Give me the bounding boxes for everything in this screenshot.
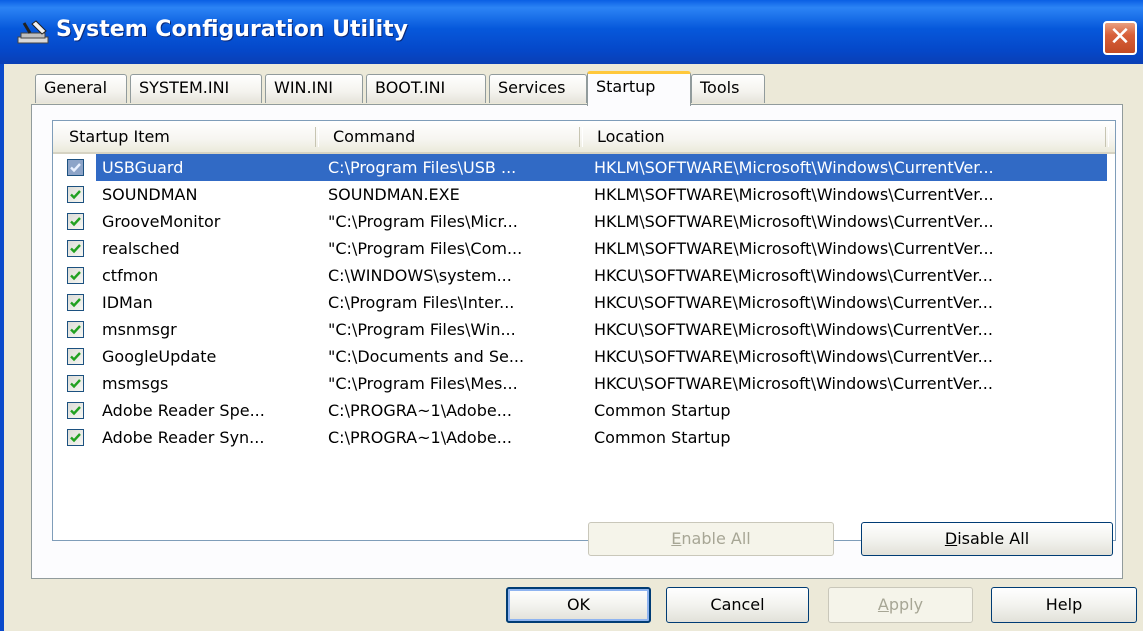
checkmark-icon: [70, 406, 81, 416]
tab-win-ini[interactable]: WIN.INI: [265, 74, 363, 103]
title-bar[interactable]: System Configuration Utility ✕: [0, 0, 1143, 64]
startup-item-name: GrooveMonitor: [102, 212, 221, 231]
startup-item-command: "C:\Program Files\Win...: [328, 320, 516, 339]
startup-checkbox[interactable]: [67, 159, 84, 176]
startup-item-location: HKCU\SOFTWARE\Microsoft\Windows\CurrentV…: [594, 266, 993, 285]
tab-general[interactable]: General: [35, 74, 127, 103]
startup-checkbox[interactable]: [67, 375, 84, 392]
startup-item-command: C:\PROGRA~1\Adobe...: [328, 401, 512, 420]
checkmark-icon: [70, 217, 81, 227]
list-header: Startup Item Command Location: [53, 121, 1115, 154]
column-command[interactable]: Command: [323, 121, 578, 152]
startup-item-command: "C:\Program Files\Com...: [328, 239, 523, 258]
startup-item-name: SOUNDMAN: [102, 185, 198, 204]
startup-item-location: HKLM\SOFTWARE\Microsoft\Windows\CurrentV…: [594, 158, 994, 177]
list-body: USBGuard C:\Program Files\USB ... HKLM\SOF…: [53, 154, 1115, 451]
startup-item-name: realsched: [102, 239, 180, 258]
list-row[interactable]: ctfmon C:\WINDOWS\system... HKCU\SOFTWARE\…: [53, 262, 1115, 289]
startup-checkbox[interactable]: [67, 402, 84, 419]
tab-tools[interactable]: Tools: [691, 74, 765, 103]
startup-item-command: C:\PROGRA~1\Adobe...: [328, 428, 512, 447]
startup-item-location: HKLM\SOFTWARE\Microsoft\Windows\CurrentV…: [594, 185, 994, 204]
checkmark-icon: [70, 271, 81, 281]
startup-list[interactable]: Startup Item Command Location USBGuard C:…: [52, 120, 1116, 541]
startup-item-name: GoogleUpdate: [102, 347, 217, 366]
close-button[interactable]: ✕: [1103, 21, 1137, 55]
startup-item-command: C:\WINDOWS\system...: [328, 266, 512, 285]
startup-item-command: "C:\Program Files\Micr...: [328, 212, 518, 231]
startup-item-command: C:\Program Files\USB ...: [328, 158, 517, 177]
tools-icon: [17, 20, 49, 44]
tab-boot-ini[interactable]: BOOT.INI: [366, 74, 486, 103]
startup-item-name: IDMan: [102, 293, 153, 312]
checkmark-icon: [70, 298, 81, 308]
startup-checkbox[interactable]: [67, 213, 84, 230]
list-row[interactable]: msmsgs "C:\Program Files\Mes... HKCU\SOFTW…: [53, 370, 1115, 397]
list-row[interactable]: realsched "C:\Program Files\Com... HKLM\SO…: [53, 235, 1115, 262]
startup-checkbox[interactable]: [67, 294, 84, 311]
list-row[interactable]: IDMan C:\Program Files\Inter... HKCU\SOFTW…: [53, 289, 1115, 316]
startup-item-name: Adobe Reader Spe...: [102, 401, 265, 420]
cancel-button[interactable]: Cancel: [666, 587, 809, 623]
startup-checkbox[interactable]: [67, 321, 84, 338]
startup-item-location: Common Startup: [594, 401, 731, 420]
column-startup-item[interactable]: Startup Item: [59, 121, 314, 152]
enable-all-button[interactable]: Enable All: [588, 522, 834, 556]
startup-checkbox[interactable]: [67, 186, 84, 203]
ok-button[interactable]: OK: [506, 587, 651, 623]
column-separator[interactable]: [579, 127, 583, 147]
checkmark-icon: [70, 352, 81, 362]
list-row[interactable]: Adobe Reader Syn... C:\PROGRA~1\Adobe... C…: [53, 424, 1115, 451]
checkmark-icon: [70, 163, 81, 173]
column-separator[interactable]: [1105, 127, 1109, 147]
disable-all-button[interactable]: Disable All: [861, 522, 1113, 556]
startup-item-location: HKLM\SOFTWARE\Microsoft\Windows\CurrentV…: [594, 239, 994, 258]
checkmark-icon: [70, 190, 81, 200]
tab-services[interactable]: Services: [489, 74, 587, 103]
list-row[interactable]: SOUNDMAN SOUNDMAN.EXE HKLM\SOFTWARE\Micros…: [53, 181, 1115, 208]
startup-item-name: USBGuard: [102, 158, 184, 177]
tab-system-ini[interactable]: SYSTEM.INI: [130, 74, 262, 103]
startup-item-location: HKLM\SOFTWARE\Microsoft\Windows\CurrentV…: [594, 212, 994, 231]
list-row[interactable]: USBGuard C:\Program Files\USB ... HKLM\SOF…: [53, 154, 1115, 181]
tab-startup[interactable]: Startup: [587, 71, 691, 106]
startup-item-name: msnmsgr: [102, 320, 177, 339]
startup-checkbox[interactable]: [67, 240, 84, 257]
startup-item-command: "C:\Documents and Se...: [328, 347, 525, 366]
checkmark-icon: [70, 433, 81, 443]
startup-item-name: msmsgs: [102, 374, 169, 393]
help-button[interactable]: Help: [991, 587, 1137, 623]
window-title: System Configuration Utility: [56, 17, 408, 42]
list-row[interactable]: GrooveMonitor "C:\Program Files\Micr... HK…: [53, 208, 1115, 235]
checkmark-icon: [70, 379, 81, 389]
startup-checkbox[interactable]: [67, 267, 84, 284]
window-frame: [0, 64, 4, 631]
checkmark-icon: [70, 325, 81, 335]
list-row[interactable]: msnmsgr "C:\Program Files\Win... HKCU\SOFT…: [53, 316, 1115, 343]
list-row[interactable]: GoogleUpdate "C:\Documents and Se... HKCU\…: [53, 343, 1115, 370]
startup-item-location: Common Startup: [594, 428, 731, 447]
startup-item-command: "C:\Program Files\Mes...: [328, 374, 518, 393]
column-location[interactable]: Location: [587, 121, 1107, 152]
startup-item-command: C:\Program Files\Inter...: [328, 293, 515, 312]
apply-button[interactable]: Apply: [828, 587, 973, 623]
startup-item-name: Adobe Reader Syn...: [102, 428, 265, 447]
startup-checkbox[interactable]: [67, 348, 84, 365]
startup-item-command: SOUNDMAN.EXE: [328, 185, 460, 204]
checkmark-icon: [70, 244, 81, 254]
startup-item-name: ctfmon: [102, 266, 159, 285]
startup-item-location: HKCU\SOFTWARE\Microsoft\Windows\CurrentV…: [594, 320, 993, 339]
startup-item-location: HKCU\SOFTWARE\Microsoft\Windows\CurrentV…: [594, 347, 993, 366]
list-row[interactable]: Adobe Reader Spe... C:\PROGRA~1\Adobe... C…: [53, 397, 1115, 424]
startup-item-location: HKCU\SOFTWARE\Microsoft\Windows\CurrentV…: [594, 374, 993, 393]
startup-checkbox[interactable]: [67, 429, 84, 446]
startup-item-location: HKCU\SOFTWARE\Microsoft\Windows\CurrentV…: [594, 293, 993, 312]
column-separator[interactable]: [315, 127, 319, 147]
